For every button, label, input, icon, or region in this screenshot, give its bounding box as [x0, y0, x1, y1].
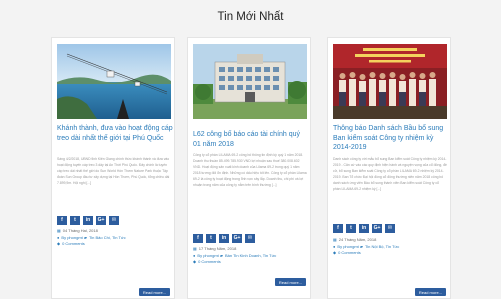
email-share-button[interactable]: ✉ [385, 224, 395, 233]
linkedin-share-button[interactable]: in [359, 224, 369, 233]
comment-icon: ◆ [57, 241, 61, 246]
post-card: L62 công bố báo cáo tài chính quý 01 năm… [187, 37, 311, 299]
post-category-link[interactable]: Tin Bảo Chí, Tin Tức [89, 235, 126, 242]
share-buttons: f t in G+ ✉ [57, 216, 119, 225]
email-share-button[interactable]: ✉ [109, 216, 119, 225]
linkedin-share-button[interactable]: in [219, 234, 229, 243]
post-comments-link[interactable]: 0 Comments [338, 250, 361, 257]
post-excerpt: Sáng 4/2/2018, UBND tỉnh Kiên Giang chín… [57, 157, 170, 185]
linkedin-share-button[interactable]: in [83, 216, 93, 225]
read-more-button[interactable]: Read more... [414, 288, 446, 296]
post-card: Khánh thành, đưa vào hoạt động cáp treo … [51, 37, 175, 299]
facebook-share-button[interactable]: f [193, 234, 203, 243]
email-share-button[interactable]: ✉ [245, 234, 255, 243]
post-title[interactable]: Khánh thành, đưa vào hoạt động cáp treo … [57, 124, 173, 143]
google-plus-share-button[interactable]: G+ [232, 234, 242, 243]
post-card: Thông báo Danh sách Bầu bổ sung Ban kiểm… [327, 37, 451, 299]
post-thumbnail-meeting[interactable] [333, 44, 447, 119]
read-more-button[interactable]: Read more... [274, 278, 306, 286]
post-meta: ▦ 17 Tháng Năm, 2018 ● By phongmt ▰ Bản Tin… [193, 246, 309, 266]
office-building-photo [193, 44, 307, 119]
post-title[interactable]: Thông báo Danh sách Bầu bổ sung Ban kiểm… [333, 124, 449, 153]
post-excerpt: Công ty cổ phần LILAMA 69-2 công bố thôn… [193, 153, 307, 187]
share-buttons: f t in G+ ✉ [333, 224, 395, 233]
post-title[interactable]: L62 công bố báo cáo tài chính quý 01 năm… [193, 130, 309, 149]
post-category-link[interactable]: Tin Nội Bộ, Tin Tức [365, 244, 399, 251]
comment-icon: ◆ [193, 259, 197, 264]
post-thumbnail-building[interactable] [193, 44, 307, 119]
read-more-button[interactable]: Read more... [138, 288, 170, 296]
facebook-share-button[interactable]: f [333, 224, 343, 233]
share-buttons: f t in G+ ✉ [193, 234, 255, 243]
meeting-group-photo [333, 44, 447, 119]
post-meta: ▦ 24 Tháng Năm, 2018 ● By phongmt ▰ Tin Nội… [333, 237, 449, 257]
twitter-share-button[interactable]: t [206, 234, 216, 243]
twitter-share-button[interactable]: t [70, 216, 80, 225]
post-excerpt: Danh sách công ty với mẫu bổ sung Ban ki… [333, 157, 447, 191]
cable-car-photo [57, 44, 171, 119]
post-comments-link[interactable]: 0 Comments [62, 241, 85, 248]
facebook-share-button[interactable]: f [57, 216, 67, 225]
post-thumbnail-cable-car[interactable] [57, 44, 171, 119]
comment-icon: ◆ [333, 250, 337, 255]
post-comments-link[interactable]: 0 Comments [198, 259, 221, 266]
post-meta: ▦ 04 Tháng Hai, 2018 ● By phongmt ▰ Tin Bảo… [57, 228, 173, 248]
google-plus-share-button[interactable]: G+ [372, 224, 382, 233]
section-title: Tin Mới Nhất [217, 11, 284, 23]
twitter-share-button[interactable]: t [346, 224, 356, 233]
post-category-link[interactable]: Bản Tin Kinh Doanh, Tin Tức [225, 253, 276, 260]
google-plus-share-button[interactable]: G+ [96, 216, 106, 225]
